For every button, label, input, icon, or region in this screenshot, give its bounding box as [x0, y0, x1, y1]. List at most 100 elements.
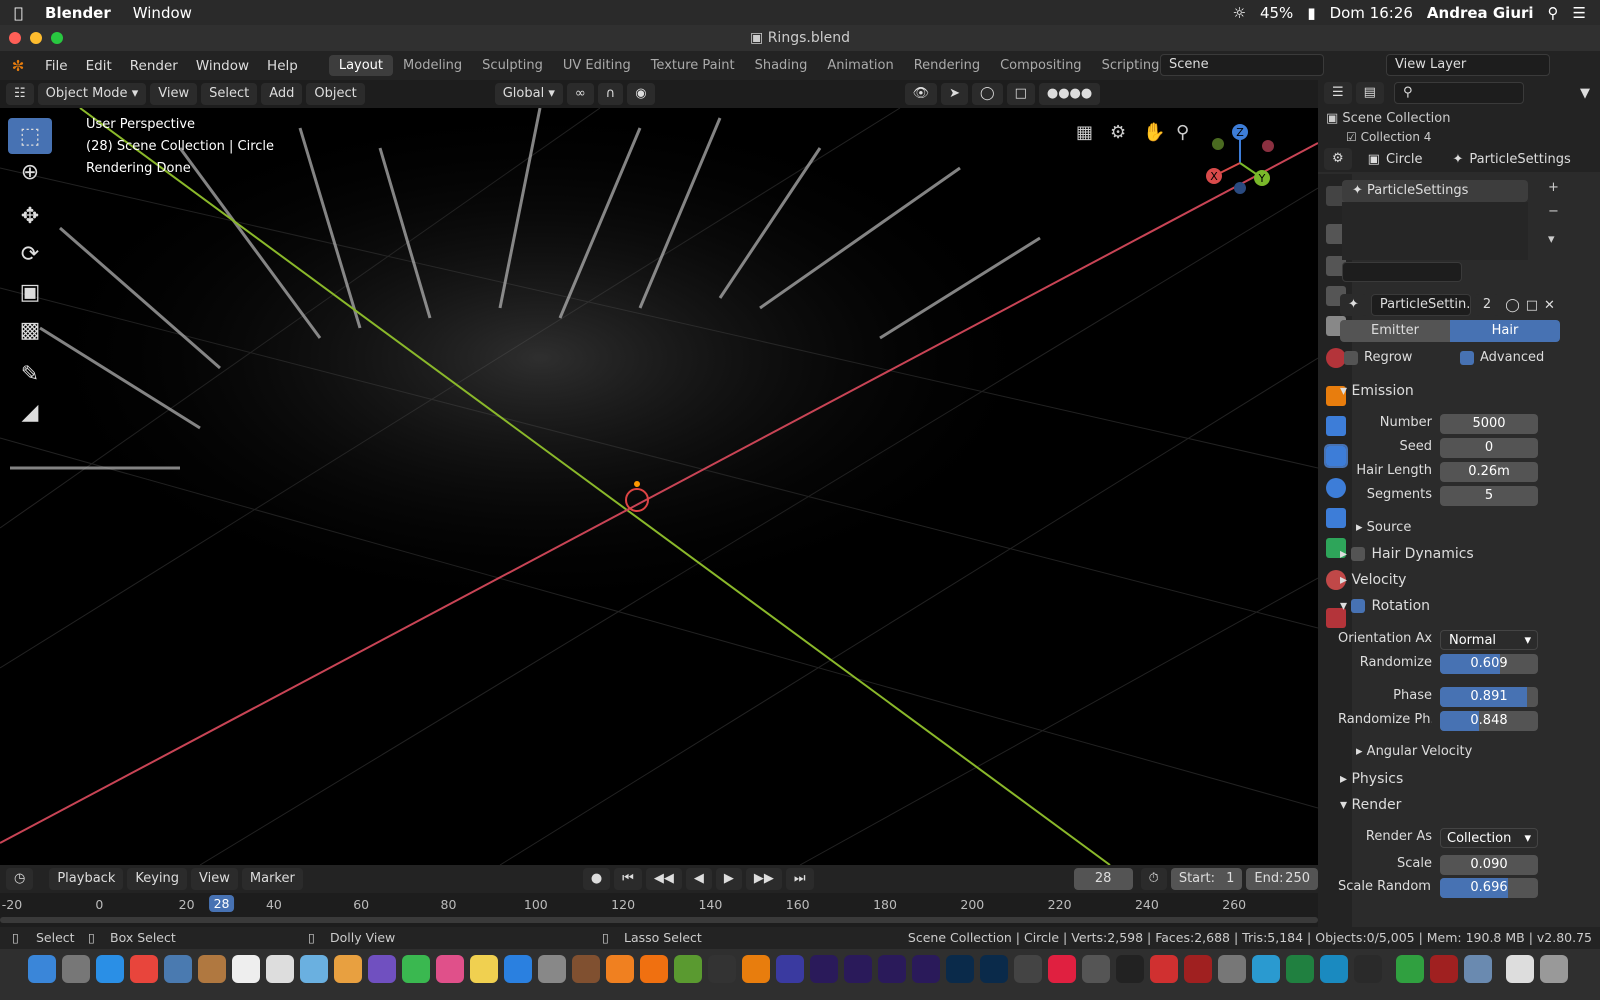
transform-orientation-dropdown[interactable]: Global ▾	[494, 83, 563, 105]
spotlight-search-icon[interactable]: ⚲	[1548, 4, 1559, 22]
timeline-ruler[interactable]: -20 0 20 40 60 80 100 120 140 160 180 200 220 240 260 2…	[0, 893, 1318, 927]
photos-icon[interactable]	[334, 955, 362, 983]
proportional-edit-icon[interactable]: ◉	[627, 83, 655, 105]
list-filter-input[interactable]	[1342, 262, 1462, 282]
menu-timeline-view[interactable]: View	[191, 868, 238, 890]
overlays-icon[interactable]: ◯	[972, 83, 1003, 105]
end-frame-field[interactable]: End: 250	[1246, 868, 1318, 890]
panel-emission-header[interactable]: ▾ Emission	[1340, 383, 1414, 399]
after-effects-2-icon[interactable]	[844, 955, 872, 983]
app-icon-8[interactable]	[1464, 955, 1492, 983]
menu-keying[interactable]: Keying ▾	[127, 868, 188, 908]
pan-view-icon[interactable]: ✋	[1143, 122, 1165, 143]
fake-user-icon[interactable]: ◯	[1505, 298, 1520, 313]
remove-particle-system-icon[interactable]: −	[1548, 204, 1559, 219]
playhead-frame-indicator[interactable]: 28	[208, 895, 235, 912]
timeline-scrollbar[interactable]	[0, 917, 1318, 923]
tab-uv-editing[interactable]: UV Editing	[553, 55, 641, 76]
regrow-checkbox[interactable]: Regrow	[1344, 350, 1412, 365]
imovie-icon[interactable]	[776, 955, 804, 983]
tab-compositing[interactable]: Compositing	[990, 55, 1092, 76]
phase-slider[interactable]: 0.891	[1440, 687, 1538, 707]
editor-type-icon[interactable]: ☷	[6, 83, 34, 105]
zoom-window-button[interactable]	[51, 32, 63, 44]
user-name[interactable]: Andrea Giuri	[1427, 4, 1534, 22]
measure-tool-icon[interactable]: ◢	[8, 394, 52, 430]
app-icon-4[interactable]	[1150, 955, 1178, 983]
evernote-icon[interactable]	[1396, 955, 1424, 983]
timeline-editor-type-icon[interactable]: ◷	[6, 868, 34, 890]
contacts-icon[interactable]	[198, 955, 226, 983]
pivot-icon[interactable]: ∞	[566, 83, 594, 105]
trash-icon[interactable]	[1540, 955, 1568, 983]
outliner-item-scene-collection[interactable]: ▣ Scene Collection	[1326, 111, 1451, 126]
stopwatch-icon[interactable]: ⏱	[1140, 868, 1167, 890]
3d-viewport[interactable]: ⬚ ⊕ ✥ ⟳ ▣ ▩ ✎ ◢ User Perspective (28) Sc…	[0, 108, 1318, 865]
premiere-pro-icon[interactable]	[912, 955, 940, 983]
lightroom-icon[interactable]	[980, 955, 1008, 983]
unlink-icon[interactable]: ✕	[1544, 298, 1555, 313]
clock[interactable]: Dom 16:26	[1330, 4, 1413, 22]
type-emitter-button[interactable]: Emitter	[1340, 320, 1450, 342]
blender-logo-icon[interactable]: ✼	[0, 57, 36, 75]
menu-file[interactable]: File	[36, 58, 77, 74]
menu-window[interactable]: Window	[187, 58, 258, 74]
xray-icon[interactable]: □	[1006, 83, 1035, 105]
menu-object[interactable]: Object	[306, 83, 365, 105]
filter-icon[interactable]: ▼	[1580, 86, 1590, 101]
randomize-phase-slider[interactable]: 0.848	[1440, 711, 1538, 731]
jump-start-icon[interactable]: ⏮	[614, 868, 642, 890]
tab-sculpting[interactable]: Sculpting	[472, 55, 553, 76]
tab-shading[interactable]: Shading	[745, 55, 818, 76]
duplicate-icon[interactable]: □	[1526, 298, 1538, 313]
select-box-tool-icon[interactable]: ⬚	[8, 118, 52, 154]
menu-view[interactable]: View	[150, 83, 198, 105]
snap-icon[interactable]: ∩	[597, 83, 624, 105]
system-preferences-icon[interactable]	[538, 955, 566, 983]
record-keyframe-icon[interactable]: ●	[582, 868, 611, 890]
after-effects-icon[interactable]	[810, 955, 838, 983]
next-keyframe-icon[interactable]: ▶▶	[745, 868, 782, 890]
photoshop-icon[interactable]	[946, 955, 974, 983]
menu-marker[interactable]: Marker	[241, 868, 303, 890]
transform-tool-icon[interactable]: ▩	[8, 312, 52, 348]
finder-icon[interactable]	[28, 955, 56, 983]
object-mode-dropdown[interactable]: Object Mode ▾	[37, 83, 147, 105]
notes-icon[interactable]	[470, 955, 498, 983]
zoom-view-icon[interactable]: ⚲	[1176, 122, 1189, 143]
app-icon-6[interactable]	[1286, 955, 1314, 983]
panel-hair-dynamics[interactable]: ▸ Hair Dynamics	[1340, 546, 1474, 562]
segments-field[interactable]: 5	[1440, 486, 1538, 506]
scale-tool-icon[interactable]: ▣	[8, 274, 52, 310]
facetime-icon[interactable]	[402, 955, 430, 983]
subpanel-angular-velocity[interactable]: ▸ Angular Velocity	[1356, 744, 1472, 759]
siri-icon[interactable]	[368, 955, 396, 983]
tab-animation[interactable]: Animation	[817, 55, 903, 76]
notification-center-icon[interactable]: ☰	[1573, 4, 1586, 22]
calendar-icon[interactable]	[232, 955, 260, 983]
premiere-rush-icon[interactable]	[878, 955, 906, 983]
rotate-tool-icon[interactable]: ⟳	[8, 236, 52, 272]
play-reverse-icon[interactable]: ◀	[685, 868, 712, 890]
app-icon-5[interactable]	[1218, 955, 1246, 983]
prev-keyframe-icon[interactable]: ◀◀	[645, 868, 682, 890]
minimize-window-button[interactable]	[30, 32, 42, 44]
tab-constraints-icon[interactable]	[1326, 508, 1346, 528]
visibility-icon[interactable]: 👁	[904, 83, 938, 105]
app-store-icon[interactable]	[504, 955, 532, 983]
app-icon-7[interactable]	[1320, 955, 1348, 983]
menu-render[interactable]: Render	[121, 58, 187, 74]
app-menu[interactable]: Blender	[45, 4, 111, 22]
menu-edit[interactable]: Edit	[77, 58, 121, 74]
reminders-icon[interactable]	[266, 955, 294, 983]
jump-end-icon[interactable]: ⏭	[785, 868, 814, 890]
render-as-dropdown[interactable]: Collection ▾	[1440, 828, 1538, 848]
ableton-live-icon[interactable]	[606, 955, 634, 983]
gizmo-toggle-icon[interactable]: ➤	[941, 83, 968, 105]
downloads-icon[interactable]	[1506, 955, 1534, 983]
play-icon[interactable]: ▶	[715, 868, 742, 890]
navigation-gizmo[interactable]: Z X Y	[1198, 118, 1288, 208]
unity-icon[interactable]	[708, 955, 736, 983]
particle-system-list-item[interactable]: ✦ ParticleSettings	[1342, 180, 1528, 202]
tab-scripting[interactable]: Scripting	[1092, 55, 1170, 76]
